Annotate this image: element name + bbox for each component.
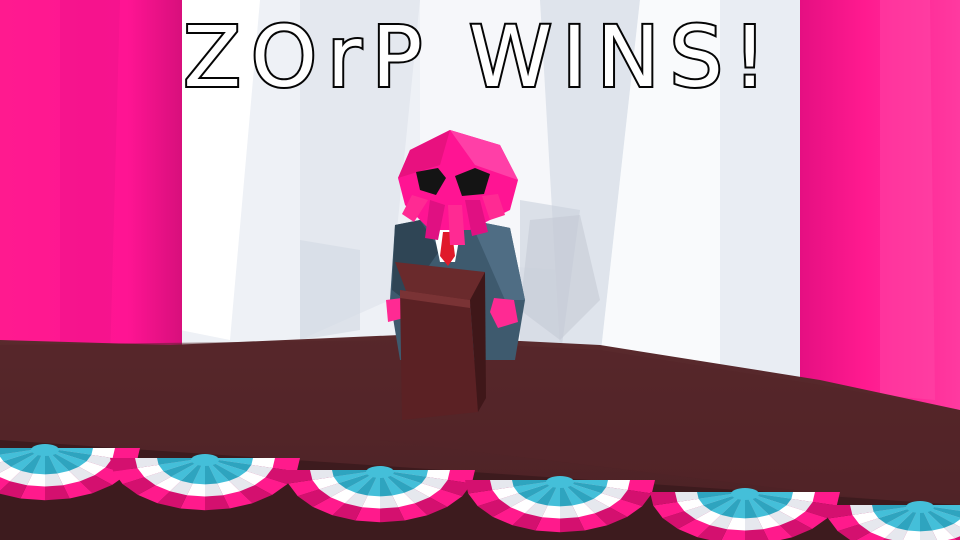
game-scene: ZOrP WINS!	[0, 0, 960, 540]
bunting-hub	[906, 501, 934, 513]
bunting-hub	[31, 444, 59, 456]
bunting-hub	[731, 488, 759, 500]
bunting-hub	[191, 454, 219, 466]
bunting-hub	[546, 476, 574, 488]
bunting-fan	[825, 501, 960, 540]
victory-title: ZOrP WINS!	[181, 6, 777, 108]
bunting-hub	[366, 466, 394, 478]
podium	[395, 262, 486, 420]
